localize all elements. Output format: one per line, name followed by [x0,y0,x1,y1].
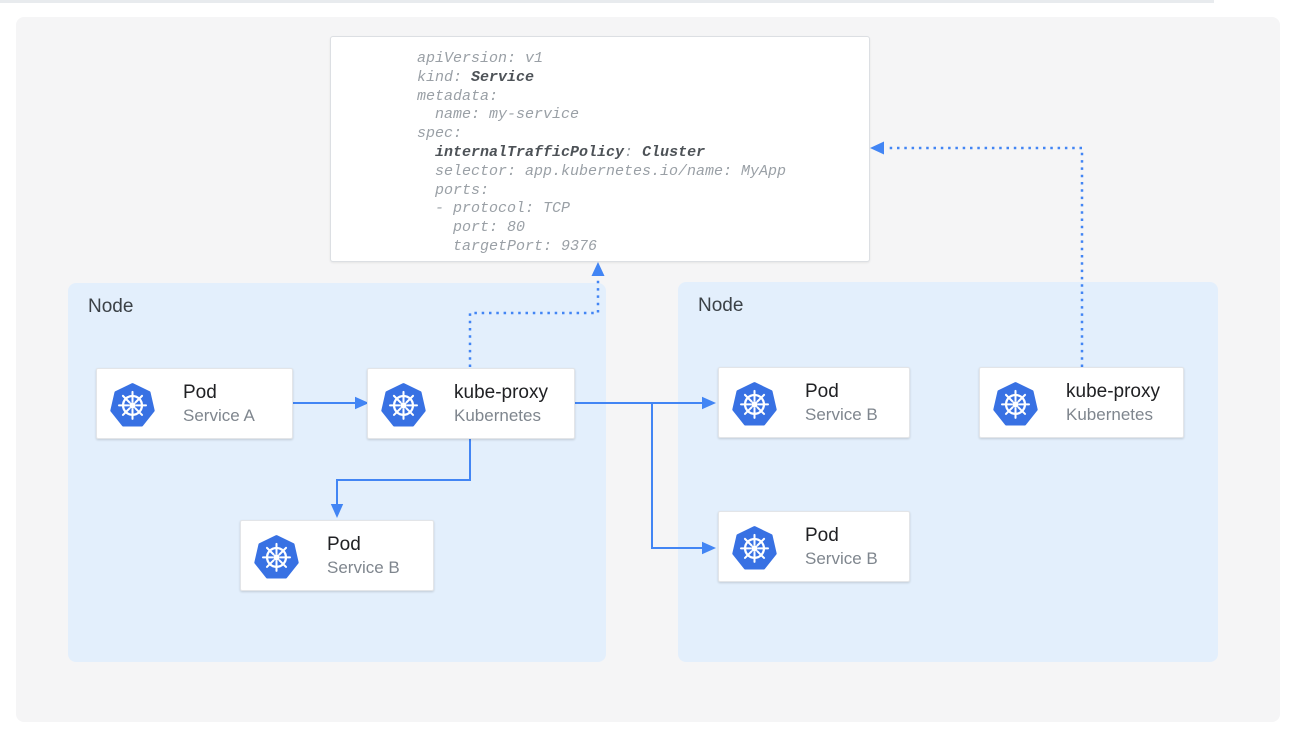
card-pod-service-b-right-bottom: Pod Service B [718,511,910,582]
yaml-line: targetPort: 9376 [417,238,869,257]
card-title: Pod [805,524,878,548]
card-kube-proxy-left: kube-proxy Kubernetes [367,368,575,439]
card-subtitle: Kubernetes [1066,404,1160,425]
kubernetes-wheel-icon [993,381,1038,426]
card-pod-service-b-left: Pod Service B [240,520,434,591]
page-top-divider [0,0,1214,3]
card-title: kube-proxy [454,381,548,405]
card-subtitle: Service A [183,405,255,426]
kubernetes-wheel-icon [732,381,777,426]
card-title: Pod [805,380,878,404]
card-pod-service-b-right-top: Pod Service B [718,367,910,438]
kubernetes-wheel-icon [254,534,299,579]
yaml-line: spec: [417,125,869,144]
yaml-line: port: 80 [417,219,869,238]
card-subtitle: Service B [805,404,878,425]
yaml-line: apiVersion: v1 [417,50,869,69]
card-title: Pod [183,381,255,405]
card-subtitle: Service B [327,557,400,578]
kubernetes-wheel-icon [110,382,155,427]
card-title: kube-proxy [1066,380,1160,404]
kubernetes-wheel-icon [732,525,777,570]
yaml-line: selector: app.kubernetes.io/name: MyApp [417,163,869,182]
card-subtitle: Kubernetes [454,405,548,426]
node-label: Node [88,296,133,318]
yaml-line: metadata: [417,88,869,107]
yaml-line: kind: Service [417,69,869,88]
kubernetes-wheel-icon [381,382,426,427]
node-left: Node [68,283,606,662]
yaml-line-internal-traffic-policy: internalTrafficPolicy: Cluster [417,144,869,163]
yaml-line: ports: [417,182,869,201]
card-subtitle: Service B [805,548,878,569]
yaml-line: - protocol: TCP [417,200,869,219]
card-kube-proxy-right: kube-proxy Kubernetes [979,367,1184,438]
card-pod-service-a: Pod Service A [96,368,293,439]
yaml-line: name: my-service [417,106,869,125]
node-label: Node [698,295,743,317]
node-right: Node [678,282,1218,662]
service-yaml-manifest: apiVersion: v1 kind: Service metadata: n… [330,36,870,262]
card-title: Pod [327,533,400,557]
